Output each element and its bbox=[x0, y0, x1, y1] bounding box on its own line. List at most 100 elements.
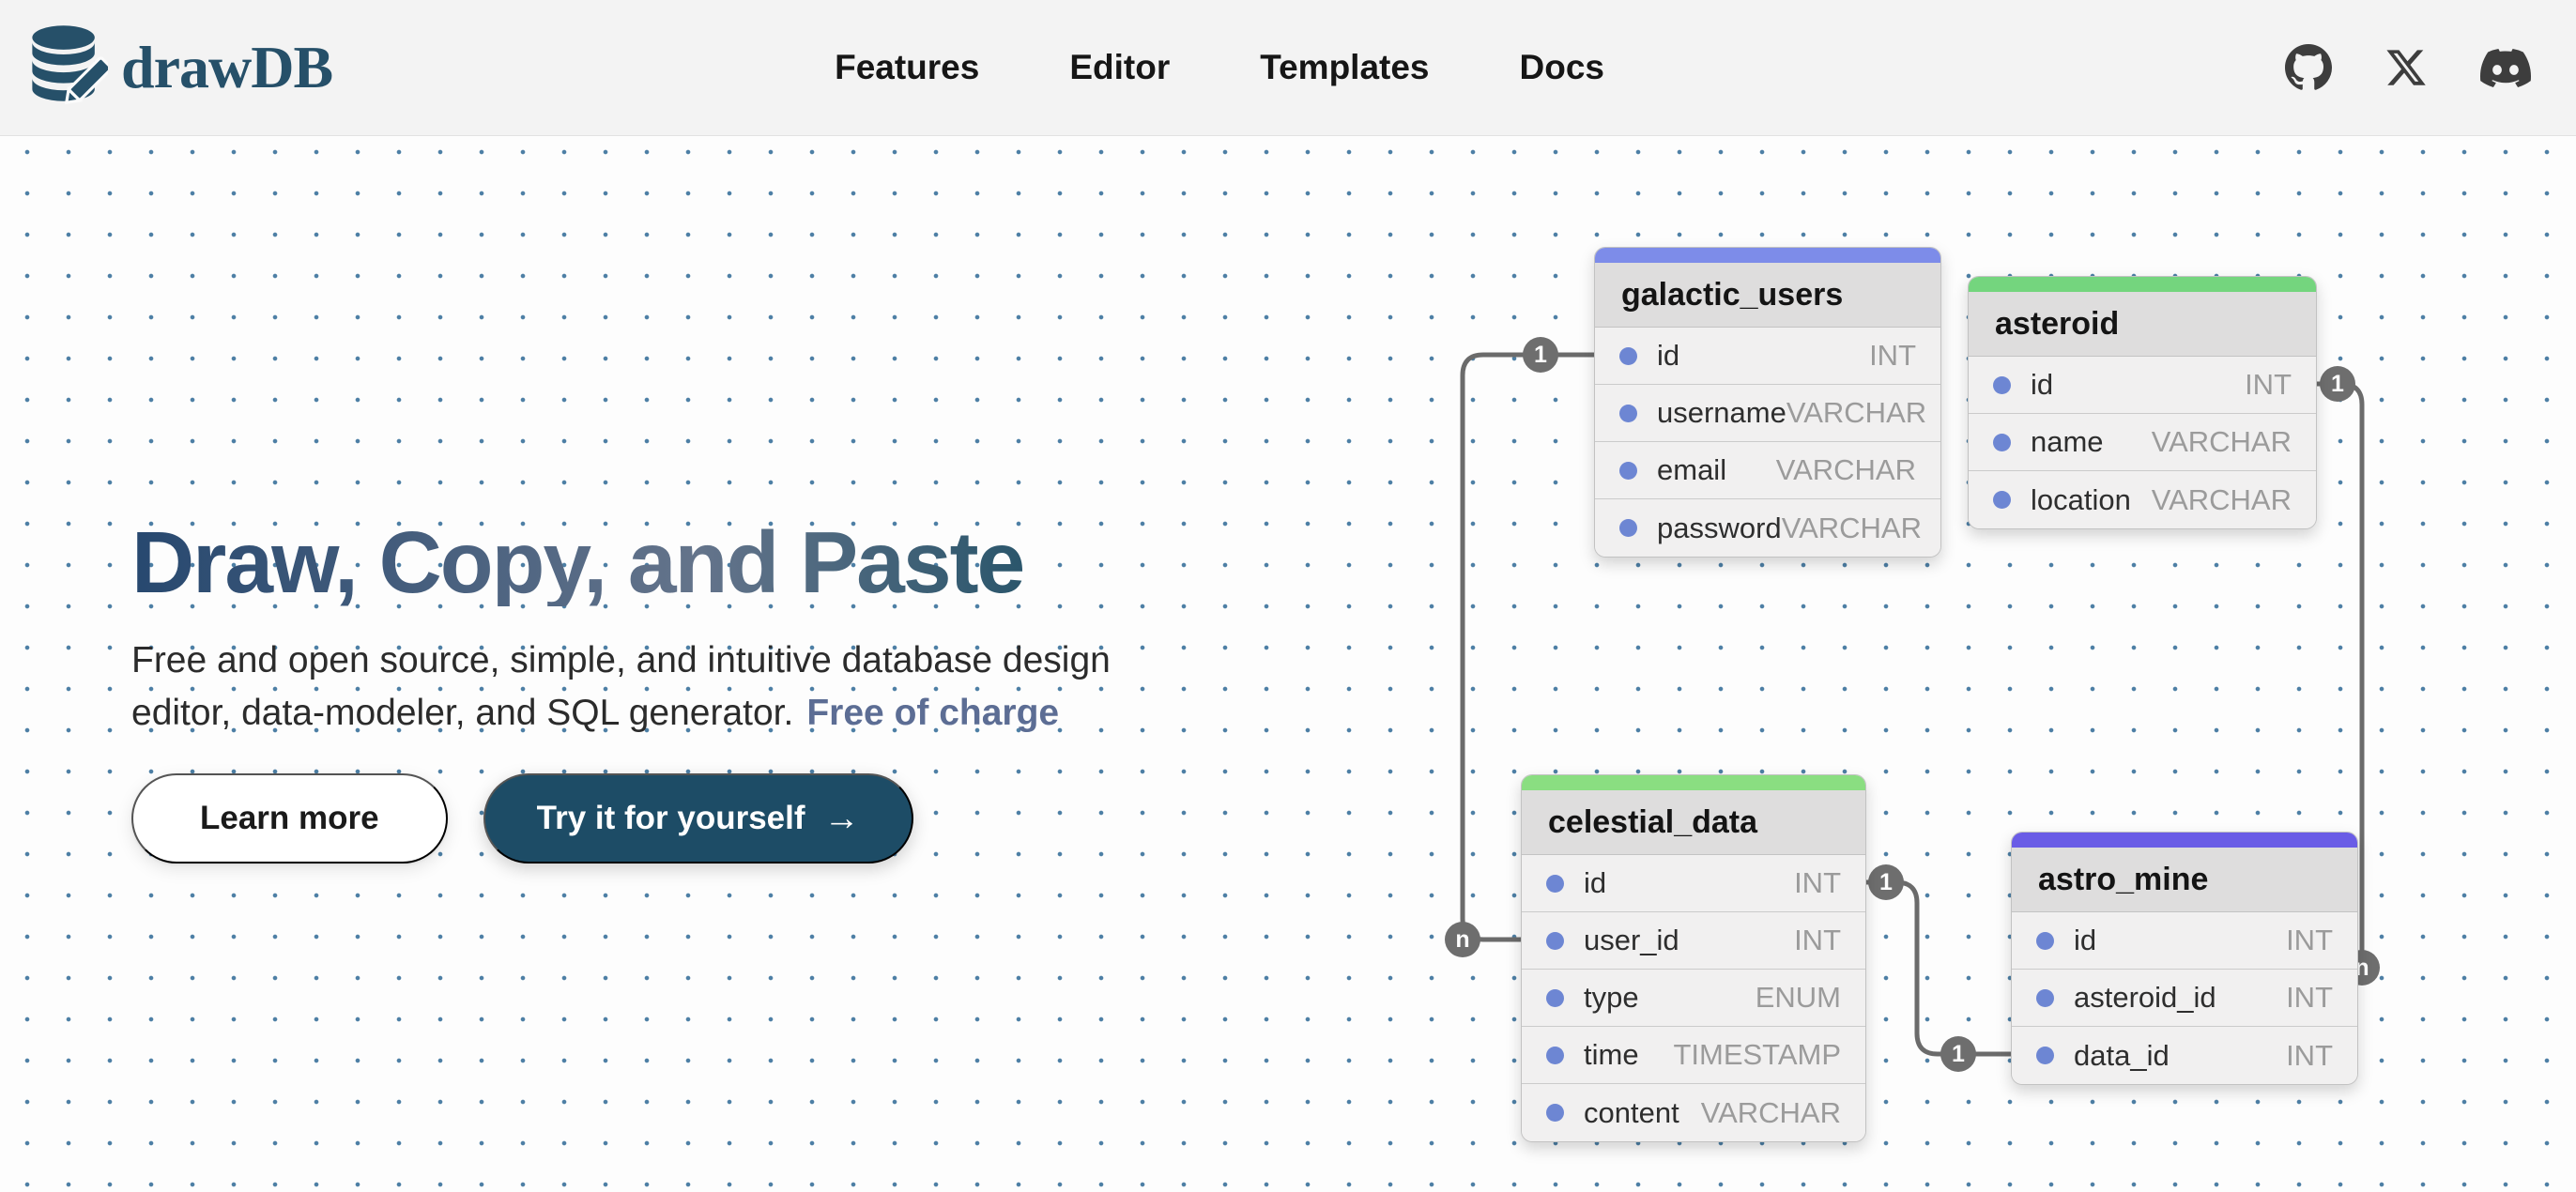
field-type: ENUM bbox=[1756, 981, 1841, 1015]
field-name: id bbox=[2074, 924, 2286, 957]
brand-text: drawDB bbox=[121, 33, 332, 102]
field-row: time TIMESTAMP bbox=[1522, 1027, 1865, 1084]
field-name: username bbox=[1657, 396, 1786, 430]
field-name: time bbox=[1584, 1038, 1673, 1072]
field-row: content VARCHAR bbox=[1522, 1084, 1865, 1141]
field-type: INT bbox=[1794, 866, 1841, 900]
table-astro-mine: astro_mine id INT asteroid_id INT data_i… bbox=[2011, 832, 2358, 1085]
field-dot-icon bbox=[1546, 932, 1564, 950]
table-asteroid: asteroid id INT name VARCHAR location VA… bbox=[1968, 276, 2317, 529]
field-dot-icon bbox=[1993, 434, 2011, 451]
field-type: TIMESTAMP bbox=[1673, 1038, 1841, 1072]
relationship-celestial-astro bbox=[1866, 882, 2011, 1054]
try-it-label: Try it for yourself bbox=[537, 800, 805, 837]
table-header: celestial_data bbox=[1522, 790, 1865, 855]
hero-canvas: 1 n 1 1 1 n galactic_users id INT userna… bbox=[0, 136, 2576, 1192]
field-type: INT bbox=[2245, 368, 2292, 402]
field-row: data_id INT bbox=[2012, 1027, 2357, 1084]
table-name: asteroid bbox=[1995, 306, 2119, 343]
field-dot-icon bbox=[1546, 989, 1564, 1007]
field-dot-icon bbox=[1546, 1104, 1564, 1122]
field-row: user_id INT bbox=[1522, 912, 1865, 970]
cardinality-badge: 1 bbox=[1868, 864, 1904, 900]
table-color-bar bbox=[2012, 833, 2357, 848]
field-name: content bbox=[1584, 1096, 1701, 1130]
hero-title: Draw, Copy, and Paste bbox=[131, 519, 1164, 606]
table-celestial-data: celestial_data id INT user_id INT type E… bbox=[1521, 774, 1866, 1142]
field-dot-icon bbox=[1619, 519, 1637, 537]
field-row: id INT bbox=[1969, 357, 2316, 414]
cardinality-badge: 1 bbox=[2320, 366, 2355, 402]
table-name: celestial_data bbox=[1548, 804, 1757, 841]
field-row: email VARCHAR bbox=[1595, 442, 1940, 499]
field-name: type bbox=[1584, 981, 1756, 1015]
field-dot-icon bbox=[1619, 405, 1637, 422]
field-dot-icon bbox=[1546, 875, 1564, 893]
discord-icon[interactable] bbox=[2480, 49, 2531, 87]
table-color-bar bbox=[1522, 775, 1865, 790]
field-type: VARCHAR bbox=[1786, 396, 1926, 430]
field-name: id bbox=[1584, 866, 1794, 900]
navbar: drawDB Features Editor Templates Docs bbox=[0, 0, 2576, 136]
field-dot-icon bbox=[1993, 491, 2011, 509]
nav-link-docs[interactable]: Docs bbox=[1520, 48, 1604, 87]
try-it-button[interactable]: Try it for yourself → bbox=[483, 773, 913, 863]
hero-description: Free and open source, simple, and intuit… bbox=[131, 634, 1164, 740]
field-dot-icon bbox=[1993, 376, 2011, 394]
field-row: id INT bbox=[2012, 912, 2357, 970]
x-icon[interactable] bbox=[2384, 46, 2428, 89]
field-name: location bbox=[2031, 483, 2152, 517]
field-row: password VARCHAR bbox=[1595, 499, 1940, 557]
hero-copy: Draw, Copy, and Paste Free and open sour… bbox=[131, 519, 1164, 863]
field-name: password bbox=[1657, 512, 1782, 545]
field-name: asteroid_id bbox=[2074, 981, 2286, 1015]
field-row: location VARCHAR bbox=[1969, 471, 2316, 528]
field-row: asteroid_id INT bbox=[2012, 970, 2357, 1027]
field-dot-icon bbox=[1619, 462, 1637, 480]
field-type: INT bbox=[1794, 924, 1841, 957]
logo[interactable]: drawDB bbox=[31, 24, 332, 111]
field-type: VARCHAR bbox=[1782, 512, 1922, 545]
field-row: username VARCHAR bbox=[1595, 385, 1940, 442]
table-galactic-users: galactic_users id INT username VARCHAR e… bbox=[1594, 247, 1941, 558]
table-header: asteroid bbox=[1969, 292, 2316, 357]
field-name: id bbox=[2031, 368, 2245, 402]
field-type: INT bbox=[2286, 981, 2333, 1015]
table-name: galactic_users bbox=[1621, 277, 1843, 313]
field-name: email bbox=[1657, 453, 1776, 487]
field-type: VARCHAR bbox=[2152, 483, 2292, 517]
nav-link-editor[interactable]: Editor bbox=[1069, 48, 1170, 87]
nav-links: Features Editor Templates Docs bbox=[835, 48, 1604, 87]
field-name: name bbox=[2031, 425, 2152, 459]
field-type: VARCHAR bbox=[1701, 1096, 1841, 1130]
field-name: user_id bbox=[1584, 924, 1794, 957]
field-row: id INT bbox=[1522, 855, 1865, 912]
table-name: astro_mine bbox=[2038, 862, 2208, 898]
hero-actions: Learn more Try it for yourself → bbox=[131, 773, 1164, 863]
social-links bbox=[2285, 44, 2531, 91]
cardinality-badge: n bbox=[1445, 922, 1480, 957]
field-row: id INT bbox=[1595, 328, 1940, 385]
cardinality-badge: 1 bbox=[1940, 1036, 1976, 1072]
field-dot-icon bbox=[2036, 1047, 2054, 1064]
field-type: VARCHAR bbox=[1776, 453, 1916, 487]
cardinality-badge: 1 bbox=[1523, 337, 1558, 373]
github-icon[interactable] bbox=[2285, 44, 2332, 91]
field-dot-icon bbox=[1546, 1047, 1564, 1064]
table-header: astro_mine bbox=[2012, 848, 2357, 912]
nav-link-features[interactable]: Features bbox=[835, 48, 979, 87]
drawdb-logo-icon bbox=[31, 24, 108, 111]
table-color-bar bbox=[1969, 277, 2316, 292]
learn-more-button[interactable]: Learn more bbox=[131, 773, 448, 863]
field-row: name VARCHAR bbox=[1969, 414, 2316, 471]
table-color-bar bbox=[1595, 248, 1940, 263]
field-dot-icon bbox=[2036, 989, 2054, 1007]
nav-link-templates[interactable]: Templates bbox=[1260, 48, 1429, 87]
field-type: INT bbox=[1869, 339, 1916, 373]
field-type: VARCHAR bbox=[2152, 425, 2292, 459]
free-of-charge-link[interactable]: Free of charge bbox=[806, 693, 1059, 733]
field-type: INT bbox=[2286, 924, 2333, 957]
field-dot-icon bbox=[2036, 932, 2054, 950]
field-type: INT bbox=[2286, 1039, 2333, 1073]
field-name: id bbox=[1657, 339, 1869, 373]
